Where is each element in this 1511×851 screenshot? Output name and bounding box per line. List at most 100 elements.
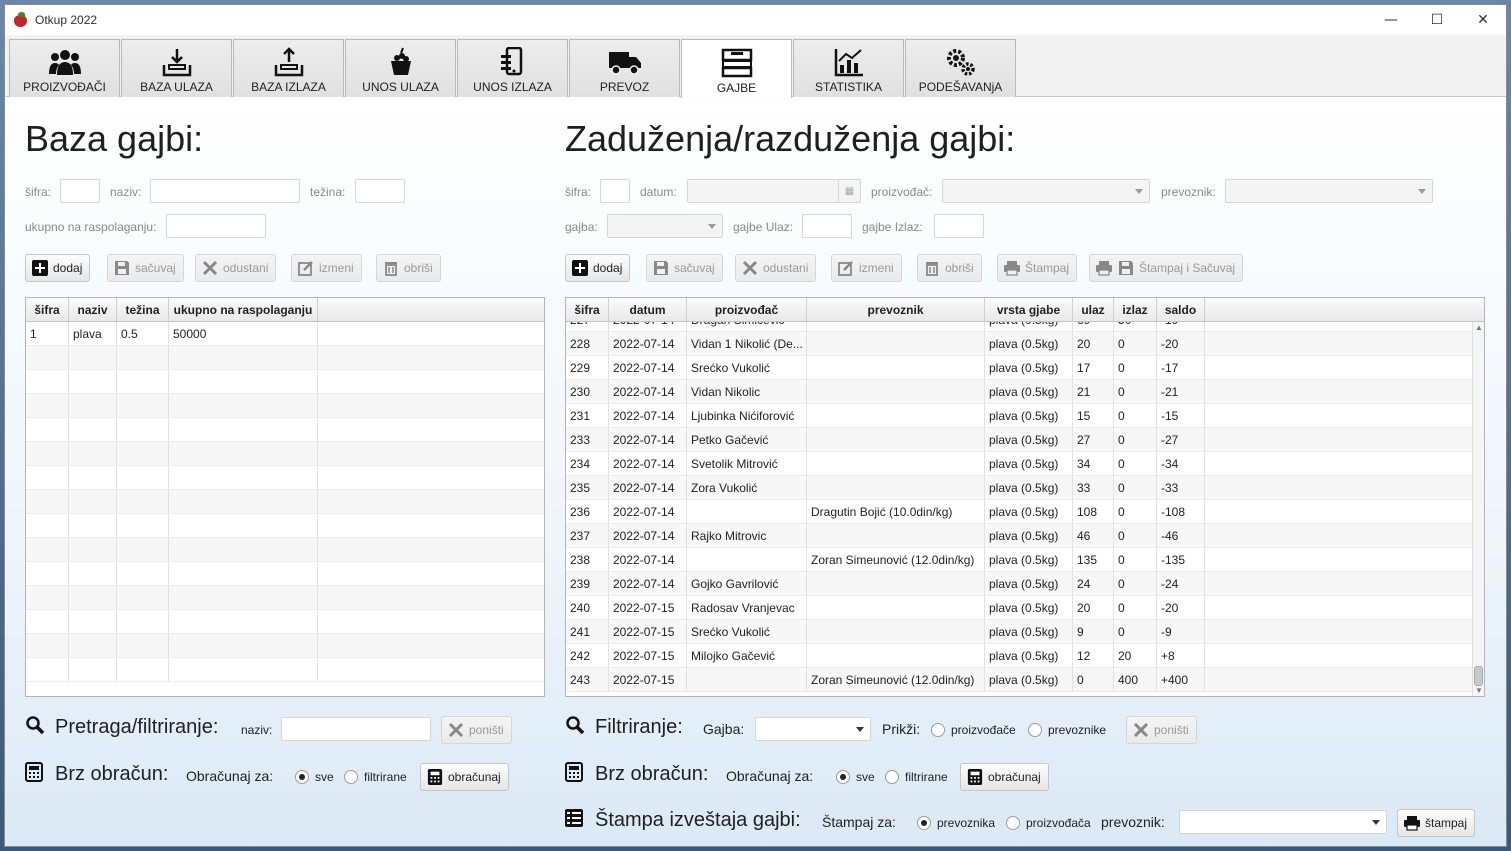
column-header[interactable]: šifra [566,298,609,321]
r-stampaj-button[interactable]: Štampaj [997,254,1078,282]
table-row[interactable]: 242 2022-07-15 Milojko Gačević plava (0.5kg… [566,644,1472,668]
table-row[interactable]: 239 2022-07-14 Gojko Gavrilović plava (0.5k… [566,572,1472,596]
r-sifra-input[interactable] [600,179,630,203]
search-naziv-input[interactable] [281,717,431,741]
table-row[interactable]: 241 2022-07-15 Srećko Vukolić plava (0.5kg)… [566,620,1472,644]
r-sacuvaj-button[interactable]: sačuvaj [646,254,723,282]
table-row[interactable] [26,418,544,442]
r-izmeni-button[interactable]: izmeni [831,254,902,282]
filter-gajba-select[interactable] [755,717,871,741]
calc-sve-radio[interactable] [295,770,309,784]
izmeni-button[interactable]: izmeni [291,254,362,282]
column-header[interactable]: težina [117,298,169,321]
r-prevoznik-select[interactable] [1225,179,1433,203]
table-row[interactable] [26,346,544,370]
odustani-button[interactable]: odustani [195,254,277,282]
r-dodaj-button[interactable]: dodaj [565,254,631,282]
table-row[interactable]: 235 2022-07-14 Zora Vukolić plava (0.5kg) 33… [566,476,1472,500]
r-obracunaj-button[interactable]: obračunaj [960,763,1049,791]
dodaj-button[interactable]: dodaj [25,254,91,282]
tab-proizvodjaci[interactable]: PROIZVOĐAČI [9,39,120,97]
tab-baza-ulaza[interactable]: BAZA ULAZA [121,39,232,97]
table-row[interactable] [26,538,544,562]
table-row[interactable] [26,442,544,466]
tab-baza-izlaza[interactable]: BAZA IZLAZA [233,39,344,97]
filter-prevoznike-radio[interactable] [1028,723,1042,737]
print-proizvodjaca-radio[interactable] [1006,816,1020,830]
r-calc-sve-radio[interactable] [836,770,850,784]
tab-prevoz[interactable]: PREVOZ [569,39,680,97]
column-header[interactable]: datum [609,298,687,321]
table-row[interactable]: 229 2022-07-14 Srećko Vukolić plava (0.5kg)… [566,356,1472,380]
table-row[interactable]: 233 2022-07-14 Petko Gačević plava (0.5kg) 2… [566,428,1472,452]
ukupno-input[interactable] [166,214,266,238]
scroll-down-icon[interactable]: ▼ [1475,686,1483,695]
print-prevoznik-select[interactable] [1179,810,1387,834]
r-proizvodjac-select[interactable] [942,179,1150,203]
tab-unos-ulaza[interactable]: UNOS ULAZA [345,39,456,97]
scroll-thumb[interactable] [1474,666,1483,686]
table-row[interactable]: 237 2022-07-14 Rajko Mitrovic plava (0.5kg)… [566,524,1472,548]
table-row[interactable] [26,394,544,418]
table-scrollbar[interactable]: ▲ ▼ [1472,322,1484,696]
print-prevoznika-radio[interactable] [917,816,931,830]
table-row[interactable] [26,514,544,538]
obracunaj-button[interactable]: obračunaj [420,763,509,791]
r-gajba-select[interactable] [607,214,723,238]
sifra-input[interactable] [60,179,100,203]
table-row[interactable]: 230 2022-07-14 Vidan Nikolic plava (0.5kg) 2… [566,380,1472,404]
column-header[interactable]: prevoznik [807,298,985,321]
calendar-icon[interactable]: ▦ [838,180,860,202]
table-row[interactable]: 228 2022-07-14 Vidan 1 Nikolić (De... plava… [566,332,1472,356]
column-header[interactable]: ukupno na raspolaganju [169,298,318,321]
r-gajbe-ulaz-input[interactable] [802,214,852,238]
tab-gajbe[interactable]: GAJBE [681,39,792,98]
r-obrisi-button[interactable]: obriši [917,254,982,282]
table-cell: -108 [1157,500,1205,523]
column-header[interactable]: naziv [69,298,117,321]
r-stampaj-sacuvaj-button[interactable]: Štampaj i Sačuvaj [1089,254,1244,282]
table-row[interactable] [26,490,544,514]
r-odustani-button[interactable]: odustani [735,254,817,282]
column-header[interactable]: izlaz [1114,298,1157,321]
search-ponisti-button[interactable]: poništi [441,716,512,744]
tab-podesavanja[interactable]: PODEŠAVANjA [905,39,1016,97]
r-gajbe-izlaz-input[interactable] [934,214,984,238]
tab-unos-izlaza[interactable]: UNOS IZLAZA [457,39,568,97]
minimize-button[interactable]: — [1368,5,1414,35]
table-row[interactable] [26,562,544,586]
column-header[interactable]: saldo [1157,298,1205,321]
table-row[interactable] [26,610,544,634]
filter-proizvodjace-radio[interactable] [931,723,945,737]
table-row[interactable]: 236 2022-07-14 Dragutin Bojić (10.0din/kg)… [566,500,1472,524]
column-header[interactable]: šifra [26,298,69,321]
calc-filtrirane-radio[interactable] [344,770,358,784]
table-row[interactable]: 231 2022-07-14 Ljubinka Nićiforović plava (… [566,404,1472,428]
sacuvaj-button[interactable]: sačuvaj [107,254,184,282]
table-row[interactable] [26,658,544,682]
table-row[interactable]: 243 2022-07-15 Zoran Simeunović (12.0din/k… [566,668,1472,692]
scroll-up-icon[interactable]: ▲ [1475,323,1483,332]
table-row[interactable] [26,370,544,394]
column-header[interactable]: ulaz [1073,298,1114,321]
table-row[interactable] [26,586,544,610]
table-row[interactable] [26,634,544,658]
r-datum-input[interactable]: ▦ [687,179,861,203]
tezina-input[interactable] [355,179,405,203]
tab-statistika[interactable]: STATISTIKA [793,39,904,97]
table-row[interactable]: 2272022-07-14Dragan Simićević plava (0.5k… [566,322,1472,332]
maximize-button[interactable]: ☐ [1414,5,1460,35]
table-row[interactable]: 240 2022-07-15 Radosav Vranjevac plava (0.5… [566,596,1472,620]
column-header[interactable]: vrsta gjabe [985,298,1073,321]
table-row[interactable]: 238 2022-07-14 Zoran Simeunović (12.0din/k… [566,548,1472,572]
table-row[interactable] [26,466,544,490]
obrisi-button[interactable]: obriši [376,254,441,282]
print-stampaj-button[interactable]: štampaj [1397,809,1476,837]
naziv-input[interactable] [150,179,300,203]
filter-ponisti-button[interactable]: poništi [1126,716,1197,744]
table-row[interactable]: 1 plava 0.5 50000 [26,322,544,346]
close-button[interactable]: ✕ [1460,5,1506,35]
column-header[interactable]: proizvođač [687,298,807,321]
table-row[interactable]: 234 2022-07-14 Svetolik Mitrović plava (0.5… [566,452,1472,476]
r-calc-filtrirane-radio[interactable] [885,770,899,784]
